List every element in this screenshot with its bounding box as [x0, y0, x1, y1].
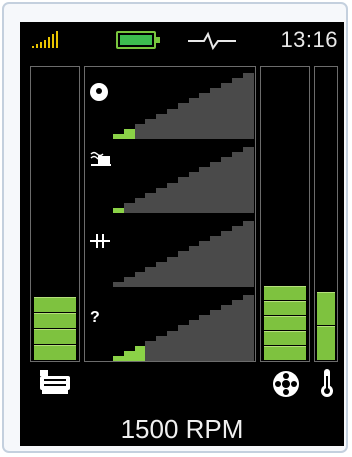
right-level-gauge-1 — [260, 66, 310, 362]
meter-row — [85, 215, 255, 289]
meter-bar — [145, 119, 156, 139]
battery-icon — [116, 31, 160, 49]
meter-bar — [178, 177, 189, 213]
meter-bar — [156, 262, 167, 287]
meter-bar — [199, 167, 210, 213]
meter-bar — [210, 88, 221, 139]
meter-bar — [167, 109, 178, 139]
meter-bar — [124, 129, 135, 139]
meter-bar — [232, 152, 243, 213]
status-bar: 13:16 — [20, 22, 344, 58]
meter-bar — [243, 221, 254, 287]
meter-panel: ? — [84, 66, 256, 362]
gear-icon — [90, 83, 108, 101]
display-screen: 13:16 ? 1500 RPM — [20, 22, 344, 446]
fan-wheel-icon — [273, 371, 299, 397]
pump-motor-icon — [40, 370, 70, 394]
filter-bracket-icon — [90, 234, 110, 248]
meter-bar — [145, 341, 156, 361]
signal-strength-icon — [32, 30, 62, 48]
meter-bar — [124, 203, 135, 213]
meter-row — [85, 67, 255, 141]
meter-bar — [167, 331, 178, 361]
meter-bar — [210, 236, 221, 287]
speed-readout: 1500 RPM — [120, 414, 244, 444]
unknown-icon: ? — [90, 309, 100, 326]
meter-bar — [113, 356, 124, 361]
meter-bar — [232, 78, 243, 139]
meter-bar — [178, 325, 189, 361]
meter-bar — [243, 147, 254, 213]
meter-bar — [199, 315, 210, 361]
meter-bar — [232, 300, 243, 361]
meter-bar — [232, 226, 243, 287]
flow-tank-icon — [90, 151, 111, 166]
left-level-gauge — [30, 66, 80, 362]
meter-bar — [156, 188, 167, 213]
meter-bar — [124, 351, 135, 361]
meter-bar — [156, 114, 167, 139]
meter-bar — [243, 73, 254, 139]
meter-bar — [145, 193, 156, 213]
device-frame: 13:16 ? 1500 RPM — [2, 2, 348, 453]
meter-bar — [199, 241, 210, 287]
meter-bar — [210, 310, 221, 361]
meter-bar — [243, 295, 254, 361]
thermometer-icon — [321, 369, 333, 397]
meter-bar — [221, 305, 232, 361]
meter-bar — [167, 183, 178, 213]
meter-bar — [221, 231, 232, 287]
meter-bar — [221, 83, 232, 139]
meter-bar — [156, 336, 167, 361]
meter-bar — [178, 103, 189, 139]
meter-bar — [167, 257, 178, 287]
meter-row: ? — [85, 289, 255, 363]
meter-bar — [113, 134, 124, 139]
meter-bar — [199, 93, 210, 139]
meter-bar — [124, 277, 135, 287]
meter-bar — [210, 162, 221, 213]
meter-bar — [113, 208, 124, 213]
meter-row — [85, 141, 255, 215]
meter-bar — [221, 157, 232, 213]
meter-bar — [178, 251, 189, 287]
pulse-wave-icon — [188, 31, 236, 51]
meter-bar — [145, 267, 156, 287]
clock-time: 13:16 — [280, 27, 338, 52]
meter-bar — [113, 282, 124, 287]
right-level-gauge-2 — [314, 66, 338, 362]
